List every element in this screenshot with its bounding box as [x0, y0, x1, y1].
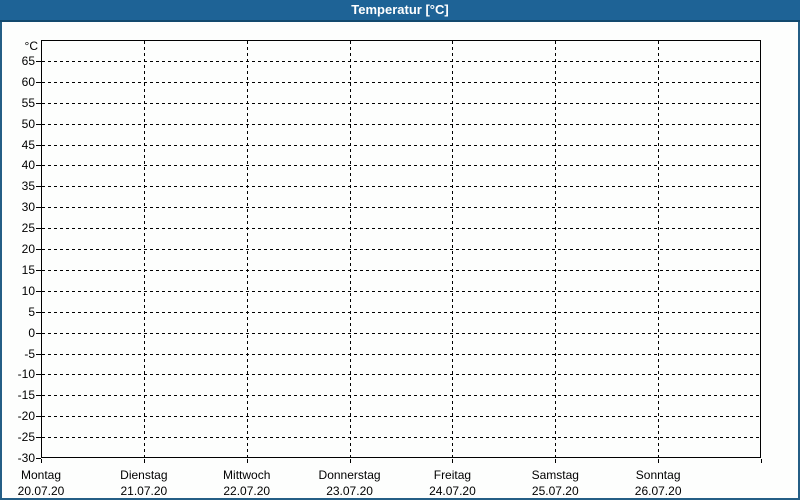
y-axis-tick	[36, 228, 41, 230]
x-axis-date-label: 22.07.20	[223, 484, 271, 498]
x-axis-day-label: Montag	[20, 468, 62, 482]
x-axis-tick	[41, 459, 42, 463]
x-axis-day-label: Mittwoch	[223, 468, 271, 482]
gridline-horizontal	[42, 311, 760, 313]
y-axis-label: -10	[17, 367, 35, 382]
x-axis-tick	[452, 459, 454, 463]
gridline-horizontal	[42, 416, 760, 418]
chart-window: Temperatur [°C] °C 65 60 55 50 45 40 35 30 25 20 1…	[0, 0, 800, 500]
gridline-vertical	[349, 41, 351, 457]
x-axis-tick	[246, 459, 248, 463]
gridline-horizontal	[42, 249, 760, 250]
plot-area	[41, 40, 761, 458]
y-axis-tick	[36, 81, 41, 83]
y-axis-label: 65	[21, 53, 35, 68]
gridline-horizontal	[42, 123, 760, 125]
chart-title-bar: Temperatur [°C]	[0, 0, 800, 22]
y-axis-label: 55	[21, 95, 35, 110]
gridline-horizontal	[42, 207, 760, 209]
y-axis-label: 10	[21, 283, 35, 298]
gridline-vertical	[658, 41, 660, 457]
x-axis-date-label: 20.07.20	[17, 484, 65, 498]
gridline-horizontal	[42, 102, 760, 104]
y-axis-tick	[36, 269, 41, 271]
x-axis-tick	[658, 459, 660, 463]
y-axis-label: 5	[28, 304, 35, 319]
y-axis-tick	[36, 60, 41, 62]
chart-title: Temperatur [°C]	[351, 2, 449, 17]
y-axis-tick	[36, 165, 41, 167]
gridline-horizontal	[42, 353, 760, 355]
y-axis-tick	[36, 374, 41, 376]
x-axis-day-label: Dienstag	[120, 468, 168, 482]
y-axis-tick	[36, 332, 41, 334]
x-axis-date-label: 26.07.20	[634, 484, 682, 498]
y-axis-tick	[36, 311, 41, 313]
y-axis-label: 25	[21, 221, 35, 236]
x-axis-day-label: Sonntag	[635, 468, 681, 482]
gridline-horizontal	[42, 269, 760, 271]
x-axis-day-label: Donnerstag	[318, 468, 381, 482]
gridline-horizontal	[42, 395, 760, 397]
y-axis-tick	[36, 123, 41, 125]
gridline-horizontal	[42, 144, 760, 146]
y-axis-label: -25	[17, 430, 35, 445]
y-axis-tick	[36, 395, 41, 397]
gridline-horizontal	[42, 290, 760, 292]
x-axis-tick	[349, 459, 351, 463]
y-axis-unit-label: °C	[24, 39, 38, 53]
gridline-horizontal	[42, 437, 760, 439]
gridline-vertical	[143, 41, 145, 457]
gridline-horizontal	[42, 374, 760, 376]
y-axis-label: 30	[21, 200, 35, 215]
y-axis-tick	[36, 144, 41, 146]
y-axis-label: -20	[17, 409, 35, 424]
gridline-horizontal	[42, 332, 760, 334]
y-axis-tick	[36, 290, 41, 292]
y-axis-tick	[36, 437, 41, 439]
x-axis-date-label: 21.07.20	[120, 484, 168, 498]
y-axis-tick	[36, 207, 41, 209]
gridline-vertical	[555, 41, 557, 457]
y-axis-tick	[36, 249, 41, 250]
x-axis-date-label: 24.07.20	[429, 484, 476, 498]
gridline-vertical	[452, 41, 454, 457]
y-axis-label: 60	[21, 74, 35, 89]
y-axis-tick	[36, 186, 41, 188]
x-axis-date-label: 23.07.20	[326, 484, 373, 498]
y-axis-tick	[36, 353, 41, 355]
y-axis-label: 0	[28, 325, 35, 340]
y-axis-label: 15	[21, 262, 35, 277]
y-axis-tick	[36, 416, 41, 418]
y-axis-label: 45	[21, 137, 35, 152]
gridline-horizontal	[42, 81, 760, 83]
y-axis-label: 50	[21, 116, 35, 131]
y-axis-label: 40	[21, 158, 35, 173]
x-axis-tick	[143, 459, 145, 463]
gridline-horizontal	[42, 165, 760, 167]
y-axis-label: -15	[17, 388, 35, 403]
gridline-vertical	[246, 41, 248, 457]
x-axis-day-label: Samstag	[531, 468, 579, 482]
window-border-left	[0, 22, 2, 500]
y-axis-tick	[36, 102, 41, 104]
y-axis-label: 35	[21, 179, 35, 194]
x-axis-tick	[761, 459, 762, 463]
gridline-horizontal	[42, 228, 760, 230]
gridline-horizontal	[42, 186, 760, 188]
y-axis-label: -30	[17, 451, 35, 465]
x-axis-tick	[555, 459, 557, 463]
x-axis-day-label: Freitag	[433, 468, 472, 482]
gridline-horizontal	[42, 60, 760, 62]
y-axis-label: 20	[21, 242, 35, 256]
x-axis-date-label: 25.07.20	[531, 484, 579, 498]
y-axis-label: -5	[24, 346, 35, 361]
